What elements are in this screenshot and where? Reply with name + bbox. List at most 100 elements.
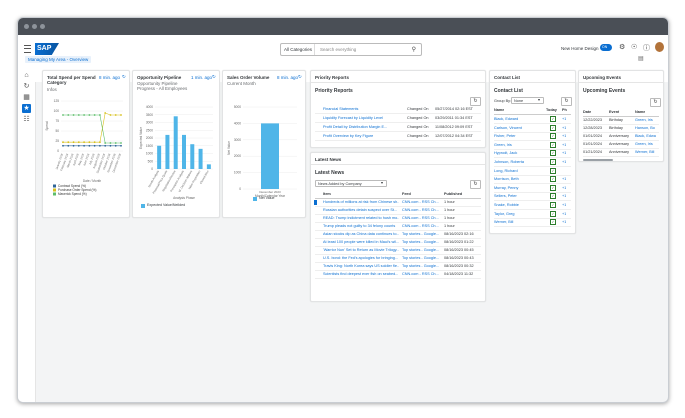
page-settings-icon[interactable]: ▤ <box>638 55 644 62</box>
news-item[interactable]: At least 100 people were killed in Maui'… <box>323 239 399 246</box>
data-point[interactable] <box>109 142 112 144</box>
news-item[interactable]: Travis King: North Korea says US soldier… <box>323 263 399 270</box>
data-point[interactable] <box>83 141 85 144</box>
data-point[interactable] <box>93 144 96 147</box>
upcoming-events-card[interactable]: Upcoming Events Upcoming Events ↻ Date E… <box>578 70 664 162</box>
report-name[interactable]: Financial Statements <box>323 105 405 113</box>
news-item[interactable]: READ: Trump indictment related to hush m… <box>323 215 399 222</box>
contact-list-card[interactable]: Contact List Contact List Group By: None… <box>489 70 576 234</box>
data-point[interactable] <box>114 144 117 147</box>
data-point[interactable] <box>77 141 80 144</box>
priority-reports-card[interactable]: Priority Reports Priority Reports ↻ Fina… <box>310 70 486 148</box>
contact-phone[interactable]: +1 <box>562 124 566 132</box>
data-point[interactable] <box>114 114 117 116</box>
report-name[interactable]: Profit Overview by Key Figure <box>323 132 405 140</box>
table-row[interactable]: Profit Detail by Distribution Margin E..… <box>315 123 481 132</box>
close-window-dot[interactable] <box>24 24 29 29</box>
contact-name[interactable]: Murray, Penny <box>494 184 542 192</box>
refresh-icon[interactable]: ↻ <box>298 74 302 80</box>
data-point[interactable] <box>67 144 70 147</box>
contact-name[interactable]: Werner, Bill <box>494 218 542 226</box>
bar[interactable] <box>261 123 279 189</box>
apps-icon[interactable]: ▦ <box>22 93 31 102</box>
data-point[interactable] <box>120 142 122 144</box>
data-point[interactable] <box>109 114 112 116</box>
contact-phone[interactable]: +1 <box>562 192 566 200</box>
data-point[interactable] <box>88 144 91 147</box>
event-name[interactable]: Werner, Bill <box>635 149 659 156</box>
data-point[interactable] <box>99 114 101 116</box>
contact-phone[interactable]: +1 <box>562 175 566 183</box>
contact-name[interactable]: Long, Richard <box>494 167 542 175</box>
table-row[interactable]: 01/01/2024 Anniversary Green, Iris <box>583 141 659 149</box>
sales-order-volume-card[interactable]: Sales Order Volume Current Month 8 min. … <box>222 70 306 218</box>
bar[interactable] <box>206 164 211 169</box>
contact-phone[interactable]: +1 <box>562 115 566 123</box>
bar[interactable] <box>165 134 170 169</box>
data-point[interactable] <box>99 141 101 144</box>
event-name[interactable]: Hanson, Bo <box>635 125 659 132</box>
contact-phone[interactable]: +1 <box>562 201 566 209</box>
data-point[interactable] <box>77 144 80 147</box>
bar[interactable] <box>173 116 178 169</box>
search-category-select[interactable]: All Categories <box>281 44 315 55</box>
data-point[interactable] <box>77 114 80 116</box>
bar[interactable] <box>182 134 186 169</box>
page-title-tab[interactable]: Managing My Area - Overview <box>25 56 92 63</box>
contact-name[interactable]: Green, Iris <box>494 141 542 149</box>
today-check-icon[interactable]: ✓ <box>550 167 556 174</box>
table-row[interactable]: Russian authorities detain suspect over … <box>315 207 481 215</box>
news-item[interactable]: 'Warrior Nun' Set to Return as Movie Tri… <box>323 247 399 254</box>
share-icon[interactable]: ⚙ <box>619 43 625 51</box>
today-check-icon[interactable]: ✓ <box>550 141 556 148</box>
horizontal-scrollbar[interactable] <box>583 159 613 161</box>
data-point[interactable] <box>72 144 75 147</box>
table-row[interactable]: Financial Statements Changed On 05/27/2014… <box>315 105 481 114</box>
data-point[interactable] <box>93 114 96 116</box>
news-item[interactable]: Asian stocks dip as China data continues… <box>323 231 399 238</box>
search-input[interactable]: Search everything <box>320 44 356 55</box>
report-name[interactable]: Profit Detail by Distribution Margin E..… <box>323 123 405 131</box>
data-point[interactable] <box>62 114 64 116</box>
refresh-icon[interactable]: ↻ <box>122 74 126 80</box>
data-point[interactable] <box>83 144 85 147</box>
total-spend-card[interactable]: Total Spend per Spend Category Infos 8 m… <box>42 70 130 218</box>
data-point[interactable] <box>62 144 64 147</box>
today-check-icon[interactable]: ✓ <box>550 116 556 122</box>
today-check-icon[interactable]: ✓ <box>550 219 556 226</box>
table-row[interactable]: Trump pleads not guilty to 34 felony cou… <box>315 223 481 231</box>
refresh-button[interactable]: ↻ <box>470 180 481 189</box>
today-check-icon[interactable]: ✓ <box>550 133 556 140</box>
news-feed[interactable]: CNN.com - RSS Ch... <box>402 215 442 222</box>
latest-news-card[interactable]: Latest News Latest News News Added by Co… <box>310 152 486 302</box>
news-feed[interactable]: CNN.com - RSS Ch... <box>402 271 442 278</box>
contact-phone[interactable]: +1 <box>562 141 566 149</box>
contact-name[interactable]: Sellers, Peter <box>494 192 542 200</box>
data-point[interactable] <box>72 141 75 144</box>
help-icon[interactable]: ⓘ <box>643 43 650 53</box>
table-row[interactable]: Hundreds of millions at risk from Chines… <box>314 199 481 207</box>
news-item[interactable]: Hundreds of millions at risk from Chines… <box>323 199 399 206</box>
chevron-down-icon[interactable]: ▾ <box>381 180 383 185</box>
table-row[interactable]: U.S. bond: the Fed's apologies for bring… <box>315 255 481 263</box>
data-point[interactable] <box>99 144 101 147</box>
today-check-icon[interactable]: ✓ <box>550 176 556 183</box>
table-row[interactable]: 01/21/2024 Anniversary Werner, Bill <box>583 149 659 157</box>
my-area-icon[interactable]: ★ <box>22 104 31 113</box>
home-icon[interactable]: ⌂ <box>22 71 31 80</box>
news-feed[interactable]: Top stories - Google... <box>402 263 442 270</box>
menu-icon[interactable] <box>24 45 31 53</box>
data-point[interactable] <box>104 112 107 114</box>
table-row[interactable]: Liquidity Forecast by Liquidity Level Cha… <box>315 114 481 123</box>
bar[interactable] <box>198 148 203 169</box>
news-item[interactable]: Trump pleads not guilty to 34 felony cou… <box>323 223 399 230</box>
contact-name[interactable]: Carlson, Vincent <box>494 124 542 132</box>
news-filter-select[interactable]: News Added by Company <box>315 180 387 187</box>
news-feed[interactable]: Top stories - Google... <box>402 247 442 254</box>
refresh-button[interactable]: ↻ <box>650 98 661 107</box>
data-point[interactable] <box>109 144 112 147</box>
news-feed[interactable]: CNN.com - RSS Ch... <box>402 199 442 206</box>
news-feed[interactable]: Top stories - Google... <box>402 255 442 262</box>
data-point[interactable] <box>120 114 122 116</box>
today-check-icon[interactable]: ✓ <box>550 184 556 191</box>
